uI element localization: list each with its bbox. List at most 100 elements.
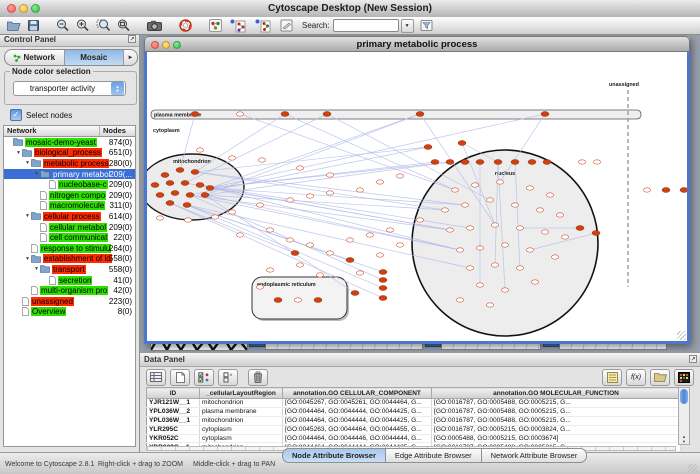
tree-item[interactable]: nucleobase-c209(0) (4, 179, 135, 190)
expand-icon[interactable]: ▼ (24, 160, 31, 166)
tree-item[interactable]: nitrogen compo209(0) (4, 190, 135, 201)
snapshot-icon[interactable] (147, 18, 162, 33)
column-header[interactable]: ID (147, 388, 200, 399)
tree-item[interactable]: cell communicat22(0) (4, 232, 135, 243)
search-combo-arrow-icon[interactable]: ▼ (401, 19, 414, 33)
tree-item[interactable]: ▼primary metabol209(... (4, 169, 135, 180)
search-filter-icon[interactable] (420, 18, 433, 33)
table-cell[interactable]: [GO:0044464, GO:0044444, GO:0044425, G..… (283, 407, 432, 416)
annotation-icon[interactable] (280, 18, 293, 33)
expand-icon[interactable]: ▼ (24, 256, 31, 262)
tab-network[interactable]: Network (5, 50, 65, 65)
svg-text:unassigned: unassigned (609, 82, 639, 88)
table-row[interactable]: YKR052Ccytoplasm[GO:0044464, GO:0044446,… (147, 434, 681, 443)
open-icon[interactable] (7, 18, 21, 33)
node-color-dropdown[interactable]: transporter activity ▲▼ (13, 81, 126, 96)
save-icon[interactable] (28, 18, 39, 33)
table-cell[interactable]: YJR121W__1 (147, 399, 200, 408)
scrollbar-arrows[interactable]: ▲▼ (679, 434, 689, 444)
table-cell[interactable]: [GO:0016787, GO:0005488, GO:0005215, G..… (432, 416, 681, 425)
table-cell[interactable]: [GO:0005488, GO:0005215, GO:0003674] (432, 434, 681, 443)
table-cell[interactable]: mitochondrion (200, 416, 283, 425)
table-cell[interactable]: [GO:0016787, GO:0005215, GO:0003824, G..… (432, 425, 681, 434)
delete-attribute-icon[interactable] (248, 369, 268, 386)
dropdown-stepper-icon: ▲▼ (111, 82, 124, 95)
table-cell[interactable]: mitochondrion (200, 399, 283, 408)
expand-icon[interactable]: ▼ (24, 213, 31, 219)
tree-item[interactable]: ▼biological_process651(0) (4, 148, 135, 159)
tree-item[interactable]: Overview8(0) (4, 307, 135, 318)
table-cell[interactable]: YKR052C (147, 434, 200, 443)
table-row[interactable]: YJR121W__1mitochondrion[GO:0045267, GO:0… (147, 399, 681, 408)
tab-mosaic[interactable]: Mosaic (65, 50, 125, 65)
layout-2-icon[interactable] (255, 18, 271, 33)
zoom-out-icon[interactable] (56, 18, 69, 33)
attribute-select-icon[interactable] (146, 369, 166, 386)
tree-item[interactable]: ▼cellular process614(0) (4, 211, 135, 222)
network-graph[interactable]: plasma membranecytoplasmmitochondrionnuc… (147, 52, 687, 338)
attribute-matrix-icon[interactable] (602, 369, 622, 386)
column-header[interactable]: annotation.GO CELLULAR_COMPONENT (283, 388, 432, 399)
tree-item-label: nitrogen compo (49, 191, 106, 200)
table-cell[interactable]: plasma membrane (200, 407, 283, 416)
table-cell[interactable]: [GO:0045267, GO:0045261, GO:0044464, G..… (283, 399, 432, 408)
tree-item[interactable]: response to stimulu264(0) (4, 243, 135, 254)
table-cell[interactable]: cytoplasm (200, 425, 283, 434)
column-header[interactable]: _cellularLayoutRegion (200, 388, 283, 399)
tree-column-network[interactable]: Network (4, 126, 100, 136)
table-cell[interactable]: cytoplasm (200, 434, 283, 443)
tree-item[interactable]: cellular metabol209(0) (4, 222, 135, 233)
tab-node-attribute-browser[interactable]: Node Attribute Browser (282, 448, 386, 463)
table-cell[interactable]: [GO:0044464, GO:0044444, GO:0044425, G..… (283, 416, 432, 425)
zoom-selected-icon[interactable] (96, 18, 110, 33)
table-cell[interactable]: [GO:0016787, GO:0005488, GO:0005215, G..… (432, 407, 681, 416)
search-input[interactable] (333, 19, 399, 32)
zoom-in-icon[interactable] (76, 18, 89, 33)
tree-item[interactable]: ▼establishment of lo558(0) (4, 254, 135, 265)
tree-item[interactable]: multi-organism pro42(0) (4, 285, 135, 296)
table-cell[interactable]: [GO:0044464, GO:0044446, GO:0044444, G..… (283, 434, 432, 443)
table-row[interactable]: YPL036W__1mitochondrion[GO:0044464, GO:0… (147, 416, 681, 425)
window-resize-grip[interactable] (677, 331, 686, 340)
expand-icon[interactable]: ▼ (33, 171, 40, 177)
table-row[interactable]: YPL036W__2plasma membrane[GO:0044464, GO… (147, 407, 681, 416)
tree-item[interactable]: secretion41(0) (4, 275, 135, 286)
app-resize-grip[interactable] (688, 464, 697, 473)
attribute-heatmap-icon[interactable] (674, 369, 694, 386)
table-cell[interactable]: [GO:0045263, GO:0044464, GO:0044455, G..… (283, 425, 432, 434)
network-view-window: primary metabolic process plasma membran… (144, 36, 690, 344)
import-attributes-icon[interactable] (650, 369, 670, 386)
network-canvas[interactable]: plasma membranecytoplasmmitochondrionnuc… (144, 52, 690, 344)
tab-overflow-icon[interactable]: ► (124, 50, 137, 65)
expand-icon[interactable]: ▼ (33, 266, 40, 272)
float-panel-icon[interactable]: ↗ (128, 35, 136, 43)
table-cell[interactable]: YLR295C (147, 425, 200, 434)
select-nodes-checkbox[interactable]: ✓ (10, 109, 22, 121)
table-cell[interactable]: YPL036W__2 (147, 407, 200, 416)
table-row[interactable]: YLR295Ccytoplasm[GO:0045263, GO:0044464,… (147, 425, 681, 434)
tree-item[interactable]: macromolecule311(0) (4, 201, 135, 212)
tab-network-attribute-browser[interactable]: Network Attribute Browser (482, 448, 588, 463)
expand-icon[interactable]: ▼ (15, 150, 22, 156)
column-header[interactable]: annotation.GO MOLECULAR_FUNCTION (432, 388, 681, 399)
table-cell[interactable]: [GO:0016787, GO:0005488, GO:0005215, G..… (432, 399, 681, 408)
table-cell[interactable]: YPL036W__1 (147, 416, 200, 425)
unselect-all-attributes-icon[interactable] (218, 369, 238, 386)
tree-column-nodes[interactable]: Nodes (100, 126, 126, 136)
tab-edge-attribute-browser[interactable]: Edge Attribute Browser (386, 448, 482, 463)
tree-item[interactable]: ▼transport558(0) (4, 264, 135, 275)
function-builder-icon[interactable]: f(x) (626, 369, 646, 386)
network-window-titlebar[interactable]: primary metabolic process (144, 36, 690, 52)
tree-item[interactable]: mosaic-demo-yeast874(0) (4, 137, 135, 148)
help-icon[interactable] (179, 18, 192, 33)
table-vertical-scrollbar[interactable]: ▲▼ (678, 387, 690, 445)
tree-item[interactable]: unassigned223(0) (4, 296, 135, 307)
tree-item[interactable]: ▼metabolic process280(0) (4, 158, 135, 169)
layout-1-icon[interactable] (230, 18, 246, 33)
create-attribute-icon[interactable] (170, 369, 190, 386)
zoom-fit-icon[interactable] (117, 18, 130, 33)
float-panel-icon[interactable]: ↗ (689, 355, 697, 363)
vizmapper-icon[interactable] (209, 18, 222, 33)
scrollbar-thumb[interactable] (680, 389, 688, 404)
select-all-attributes-icon[interactable] (194, 369, 214, 386)
